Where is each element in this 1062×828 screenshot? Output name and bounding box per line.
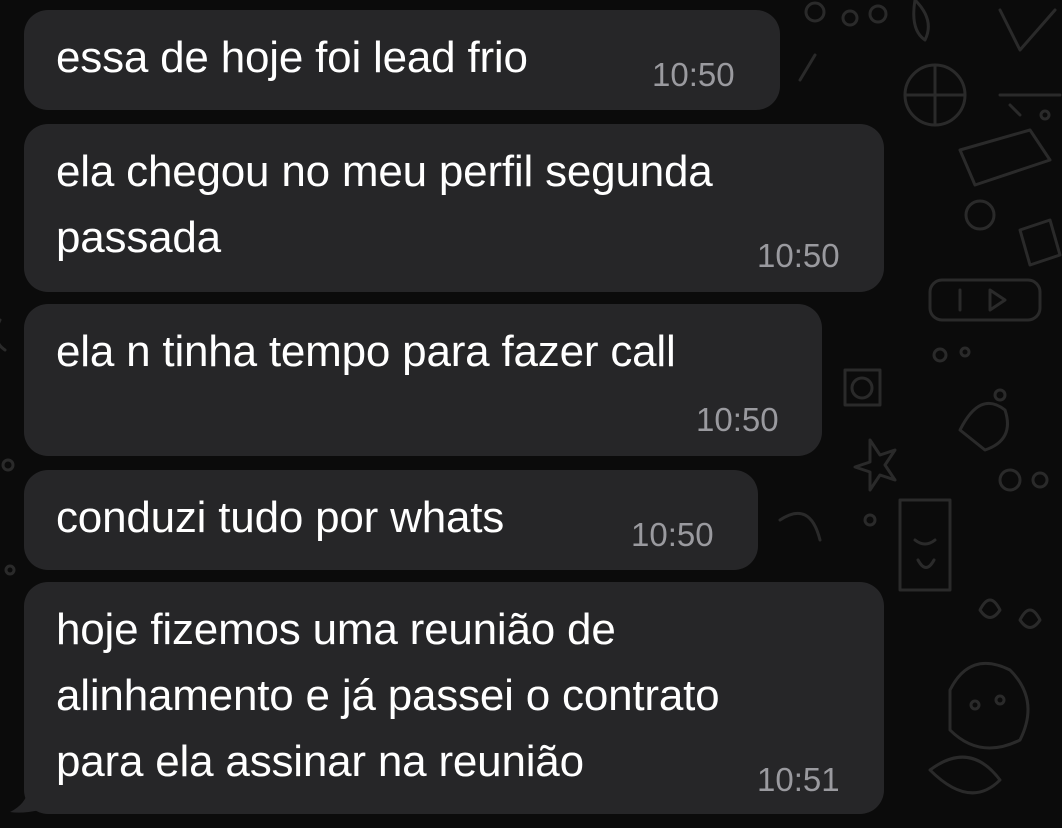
message-timestamp: 10:50 [757,237,840,274]
message-bubble[interactable]: ela chegou no meu perfil segunda passada… [24,124,884,292]
message-text: para ela assinar na reunião [56,737,584,786]
message-text: alinhamento e já passei o contrato [56,671,720,720]
message-timestamp: 10:50 [696,401,779,438]
message-timestamp: 10:51 [757,761,840,798]
message-bubble[interactable]: essa de hoje foi lead frio 10:50 [24,10,780,110]
message-timestamp: 10:50 [631,516,714,553]
bubble-tail [10,790,40,813]
message-text: essa de hoje foi lead frio [56,33,528,82]
message-text: ela n tinha tempo para fazer call [56,327,676,376]
message-text: ela chegou no meu perfil segunda [56,147,713,196]
message-bubble[interactable]: hoje fizemos uma reunião de alinhamento … [24,582,884,814]
message-text: hoje fizemos uma reunião de [56,605,616,654]
chat-area[interactable]: essa de hoje foi lead frio 10:50 ela che… [0,0,1062,828]
message-text: conduzi tudo por whats [56,493,505,542]
message-bubble[interactable]: conduzi tudo por whats 10:50 [24,470,758,570]
message-timestamp: 10:50 [652,56,735,93]
message-text: passada [56,213,221,262]
message-bubble[interactable]: ela n tinha tempo para fazer call 10:50 [24,304,822,456]
